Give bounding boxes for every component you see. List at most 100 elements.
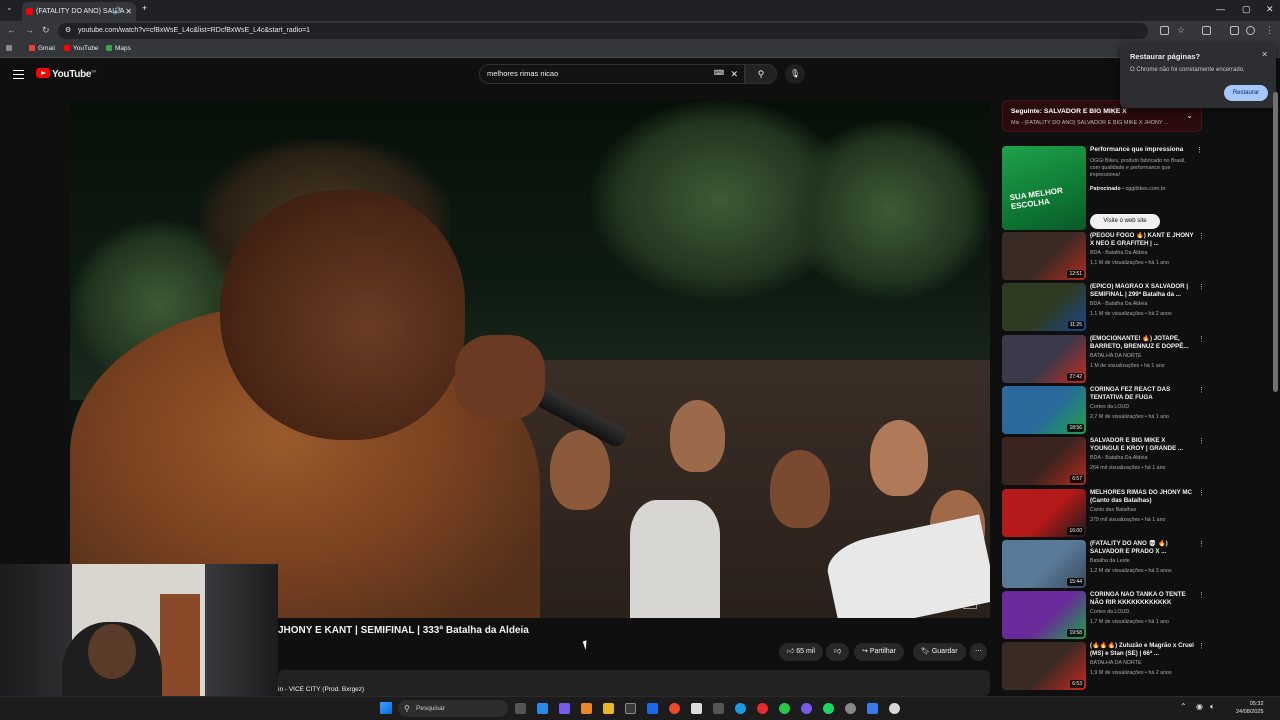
recommendation-item[interactable]: 19:58 CORINGA NÃO TANKA O TENTE NÃO RIR K… bbox=[1002, 591, 1205, 641]
recommendation-channel[interactable]: Canto das Batalhas bbox=[1090, 507, 1136, 513]
more-options-icon[interactable]: ⋮ bbox=[1198, 232, 1205, 240]
window-close-icon[interactable]: ✕ bbox=[1266, 4, 1274, 15]
whatsapp-icon[interactable] bbox=[779, 703, 790, 714]
voice-search-button[interactable]: 🎙 bbox=[785, 64, 805, 84]
scrollbar-thumb[interactable] bbox=[1273, 92, 1278, 392]
media-controls-icon[interactable] bbox=[1230, 26, 1239, 35]
chevron-down-icon[interactable]: ⌄ bbox=[1186, 111, 1193, 120]
recommendation-channel[interactable]: BDA - Batalha Da Aldeia bbox=[1090, 301, 1147, 307]
recommendation-thumbnail[interactable]: 6:57 bbox=[1002, 437, 1086, 485]
recommendation-channel[interactable]: Batalha da Leste bbox=[1090, 558, 1130, 564]
like-button[interactable]: 👍︎ 65 mil bbox=[779, 643, 823, 661]
recommendation-thumbnail[interactable]: 12:51 bbox=[1002, 232, 1086, 280]
bookmark-youtube[interactable]: YouTube bbox=[64, 45, 99, 52]
recommendation-thumbnail[interactable]: 18:56 bbox=[1002, 386, 1086, 434]
recommendation-item[interactable]: 6:53 (🔥🔥🔥) Zuluzão e Magrão x Cruel (MS) … bbox=[1002, 642, 1205, 692]
recommendation-item[interactable]: 16:00 MELHORES RIMAS DO JHONY MC (Canto d… bbox=[1002, 489, 1205, 539]
ad-more-icon[interactable]: ⋮ bbox=[1196, 146, 1203, 154]
more-options-icon[interactable]: ⋮ bbox=[1198, 283, 1205, 291]
recommendation-title[interactable]: (FATALITY DO ANO 💀 🔥) SALVADOR E PRADO X… bbox=[1090, 540, 1194, 556]
profile-icon[interactable] bbox=[1246, 26, 1255, 35]
recommendation-title[interactable]: CORINGA FEZ REACT DAS TENTATIVA DE FUGA bbox=[1090, 386, 1194, 402]
description-box[interactable] bbox=[278, 670, 990, 696]
network-icon[interactable]: ◉ bbox=[1196, 702, 1203, 711]
windows-start-icon[interactable] bbox=[380, 702, 392, 714]
video-player[interactable] bbox=[70, 100, 990, 618]
recommendation-item[interactable]: 11:25 (ÉPICO) MAGRÃO X SALVADOR | SEMIFIN… bbox=[1002, 283, 1205, 333]
menu-icon[interactable] bbox=[13, 70, 24, 79]
keyboard-icon[interactable]: ⌨ bbox=[714, 65, 724, 83]
extensions-icon[interactable] bbox=[1202, 26, 1211, 35]
recommendation-item[interactable]: 15:44 (FATALITY DO ANO 💀 🔥) SALVADOR E PR… bbox=[1002, 540, 1205, 590]
ad-card[interactable]: SUA MELHOR ESCOLHA Performance que impre… bbox=[1002, 146, 1203, 230]
recommendation-item[interactable]: 27:42 (EMOCIONANTE! 🔥) JOTAPÊ, BARRETO, B… bbox=[1002, 335, 1205, 385]
recommendation-channel[interactable]: Cortes da LOUD bbox=[1090, 609, 1129, 615]
bookmark-star-icon[interactable]: ☆ bbox=[1177, 25, 1185, 36]
edge-icon[interactable] bbox=[537, 703, 548, 714]
forward-icon[interactable]: → bbox=[25, 25, 34, 35]
more-actions-button[interactable]: ⋯ bbox=[970, 643, 987, 661]
cast-icon[interactable] bbox=[1160, 26, 1169, 35]
search-button[interactable]: ⚲ bbox=[745, 64, 777, 84]
maximize-icon[interactable]: ▢ bbox=[1242, 4, 1251, 15]
close-icon[interactable]: ✕ bbox=[1261, 50, 1268, 59]
visit-site-button[interactable]: Visite o web site bbox=[1090, 214, 1160, 229]
page-scrollbar[interactable] bbox=[1273, 92, 1278, 692]
share-button[interactable]: ↪ Partilhar bbox=[854, 643, 904, 661]
taskbar-search[interactable]: ⚲ Pesquisar bbox=[398, 700, 508, 717]
recommendation-channel[interactable]: BATALHA DA NORTE bbox=[1090, 660, 1142, 666]
app-icon[interactable] bbox=[757, 703, 768, 714]
more-options-icon[interactable]: ⋮ bbox=[1198, 437, 1205, 445]
recommendation-thumbnail[interactable]: 15:44 bbox=[1002, 540, 1086, 588]
recommendation-title[interactable]: (PEGOU FOGO 🔥) KANT E JHONY X NEO E GRAF… bbox=[1090, 232, 1194, 248]
taskbar-clock[interactable]: 05:32 24/08/2025 bbox=[1236, 700, 1264, 716]
more-options-icon[interactable]: ⋮ bbox=[1198, 489, 1205, 497]
notepad-icon[interactable] bbox=[691, 703, 702, 714]
recommendation-title[interactable]: (🔥🔥🔥) Zuluzão e Magrão x Cruel (MS) e St… bbox=[1090, 642, 1194, 658]
discord-icon[interactable] bbox=[801, 703, 812, 714]
recommendation-item[interactable]: 12:51 (PEGOU FOGO 🔥) KANT E JHONY X NEO E… bbox=[1002, 232, 1205, 282]
ad-title[interactable]: Performance que impressiona bbox=[1090, 146, 1183, 153]
speaker-icon[interactable]: 🔊 bbox=[113, 2, 122, 21]
volume-icon[interactable]: 🔈︎ bbox=[1210, 702, 1215, 712]
ad-thumbnail[interactable]: SUA MELHOR ESCOLHA bbox=[1002, 146, 1086, 230]
spotify-icon[interactable] bbox=[823, 703, 834, 714]
store-icon[interactable] bbox=[625, 703, 636, 714]
obs-icon[interactable] bbox=[889, 703, 900, 714]
recommendation-item[interactable]: 6:57 SALVADOR E BIG MIKE X YOUNGUI E KROY… bbox=[1002, 437, 1205, 487]
dislike-button[interactable]: 👎︎ bbox=[826, 643, 850, 661]
file-explorer-icon[interactable] bbox=[603, 703, 614, 714]
app-icon[interactable] bbox=[845, 703, 856, 714]
more-options-icon[interactable]: ⋮ bbox=[1198, 642, 1205, 650]
recommendation-title[interactable]: (EMOCIONANTE! 🔥) JOTAPÊ, BARRETO, BRENNU… bbox=[1090, 335, 1194, 351]
more-options-icon[interactable]: ⋮ bbox=[1198, 335, 1205, 343]
search-input[interactable]: melhores rimas nicao ⌨ ✕ bbox=[479, 64, 745, 84]
app-icon[interactable] bbox=[581, 703, 592, 714]
recommendation-title[interactable]: MELHORES RIMAS DO JHONY MC (Canto das Ba… bbox=[1090, 489, 1194, 505]
app-icon[interactable] bbox=[713, 703, 724, 714]
recommendation-title[interactable]: CORINGA NÃO TANKA O TENTE NÃO RIR KKKKKK… bbox=[1090, 591, 1194, 607]
youtube-logo[interactable]: YouTubeBR bbox=[36, 68, 96, 80]
recommendation-thumbnail[interactable]: 19:58 bbox=[1002, 591, 1086, 639]
recommendation-title[interactable]: (ÉPICO) MAGRÃO X SALVADOR | SEMIFINAL | … bbox=[1090, 283, 1194, 299]
recommendation-thumbnail[interactable]: 6:53 bbox=[1002, 642, 1086, 690]
apps-grid-icon[interactable] bbox=[6, 45, 15, 52]
reload-icon[interactable]: ↻ bbox=[42, 25, 50, 36]
recommendation-channel[interactable]: BDA - Batalha Da Aldeia bbox=[1090, 455, 1147, 461]
bookmark-gmail[interactable]: Gmail bbox=[29, 45, 55, 52]
chrome-menu-icon[interactable]: ⋮ bbox=[1265, 25, 1274, 36]
app-icon[interactable] bbox=[735, 703, 746, 714]
recommendation-thumbnail[interactable]: 16:00 bbox=[1002, 489, 1086, 537]
save-button[interactable]: 🔖︎ Guardar bbox=[913, 643, 966, 661]
bookmark-maps[interactable]: Maps bbox=[106, 45, 131, 52]
tab-search-icon[interactable]: ⌄ bbox=[6, 3, 13, 12]
new-tab-icon[interactable]: + bbox=[142, 3, 147, 13]
tab-close-icon[interactable]: ✕ bbox=[125, 2, 132, 21]
app-icon[interactable] bbox=[867, 703, 878, 714]
app-icon[interactable] bbox=[559, 703, 570, 714]
more-options-icon[interactable]: ⋮ bbox=[1198, 386, 1205, 394]
restore-button[interactable]: Restaurar bbox=[1224, 85, 1268, 101]
recommendation-title[interactable]: SALVADOR E BIG MIKE X YOUNGUI E KROY | G… bbox=[1090, 437, 1194, 453]
minimize-icon[interactable]: — bbox=[1216, 4, 1225, 14]
browser-tab[interactable]: (FATALITY DO ANO) SALVA 🔊 ✕ bbox=[22, 2, 136, 21]
